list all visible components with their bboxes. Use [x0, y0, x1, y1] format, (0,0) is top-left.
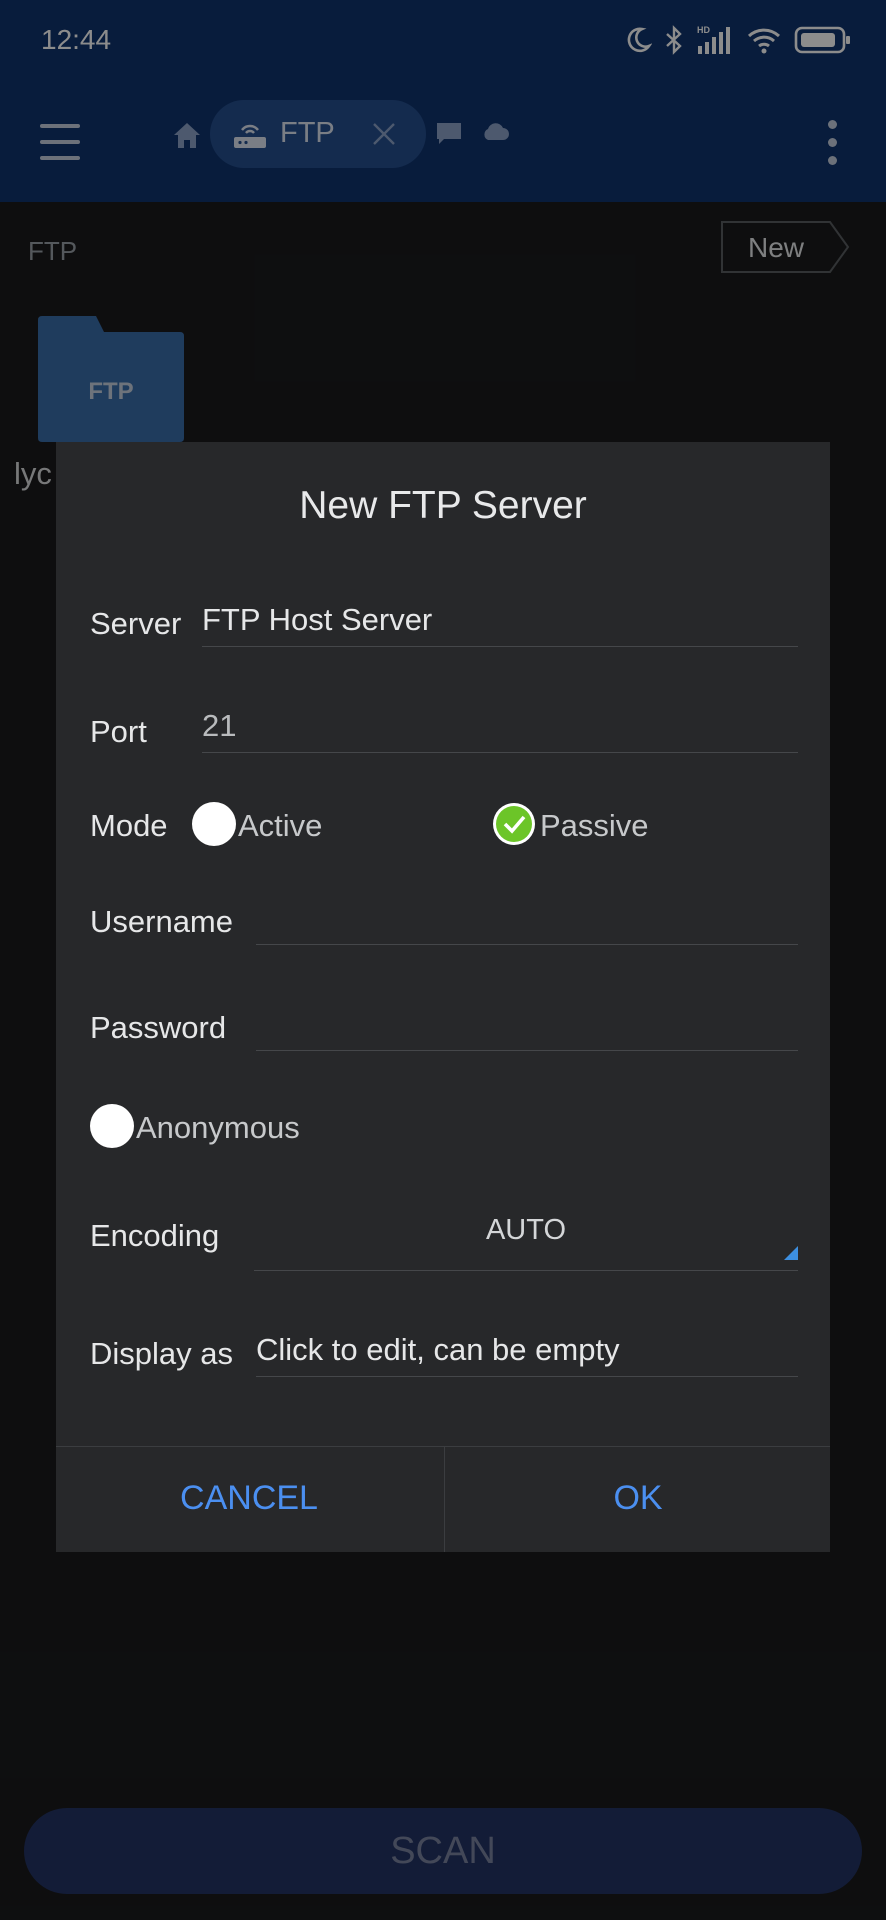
password-label: Password — [90, 1010, 227, 1045]
display-as-label: Display as — [90, 1336, 233, 1371]
encoding-value: AUTO — [485, 1214, 567, 1246]
server-value: FTP Host Server — [202, 602, 433, 637]
new-ftp-server-dialog: New FTP Server Server FTP Host Server Po… — [56, 442, 830, 1552]
mode-label: Mode — [90, 808, 168, 843]
password-field[interactable] — [256, 1004, 798, 1051]
mode-passive-radio[interactable] — [492, 802, 536, 846]
port-label: Port — [90, 714, 147, 749]
encoding-dropdown[interactable]: AUTO — [254, 1190, 798, 1271]
mode-active-radio[interactable] — [192, 802, 236, 846]
username-field[interactable] — [256, 898, 798, 945]
anonymous-checkbox[interactable] — [90, 1104, 134, 1148]
cancel-button[interactable]: CANCEL — [56, 1448, 442, 1548]
server-label: Server — [90, 606, 182, 641]
mode-passive-label[interactable]: Passive — [540, 808, 649, 844]
dialog-title: New FTP Server — [299, 484, 587, 527]
encoding-label: Encoding — [90, 1218, 220, 1253]
display-as-placeholder: Click to edit, can be empty — [256, 1332, 620, 1367]
anonymous-label[interactable]: Anonymous — [136, 1110, 300, 1146]
server-field[interactable]: FTP Host Server — [202, 600, 798, 647]
display-as-field[interactable]: Click to edit, can be empty — [256, 1330, 798, 1377]
port-value: 21 — [202, 708, 237, 743]
username-label: Username — [90, 904, 233, 939]
button-divider — [56, 1446, 830, 1447]
port-field[interactable]: 21 — [202, 706, 798, 753]
ok-button[interactable]: OK — [445, 1448, 831, 1548]
mode-active-label[interactable]: Active — [238, 808, 322, 844]
dropdown-arrow-icon — [784, 1246, 798, 1260]
